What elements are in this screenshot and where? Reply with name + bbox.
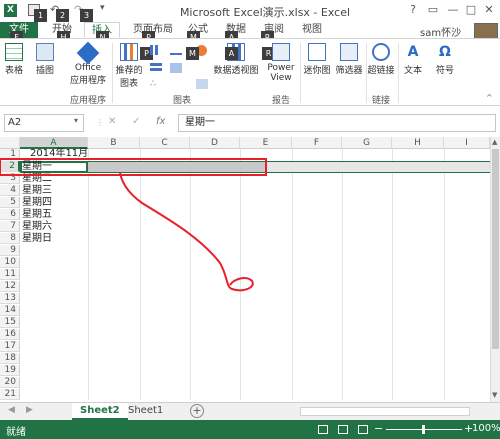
text-label: 文本: [403, 66, 422, 76]
omega-icon: Ω: [439, 44, 451, 60]
page-layout-view-icon[interactable]: [338, 425, 348, 434]
scroll-down-icon[interactable]: ▼: [492, 391, 497, 399]
window-title: Microsoft Excel演示.xlsx - Excel: [179, 6, 351, 19]
recommended-charts-label-1: 推荐的: [115, 66, 143, 76]
recommended-charts-icon: [120, 43, 138, 61]
bar-chart-icon[interactable]: [150, 63, 162, 73]
sheet-next-icon[interactable]: ▶: [26, 405, 33, 415]
filters-button[interactable]: 筛选器: [334, 43, 364, 76]
zoom-out-icon[interactable]: −: [374, 422, 383, 435]
zoom-level[interactable]: 100%: [472, 423, 500, 434]
formula-bar-separator: ⋮: [96, 118, 104, 127]
ribbon-separator: [112, 43, 113, 103]
illustrations-icon: [36, 43, 54, 61]
ribbon-tabs: 文件 F 开始 H 插入 N 页面布局 P 公式 M 数据 A 审阅 R 视图 …: [0, 22, 500, 44]
table-label: 表格: [4, 66, 23, 76]
pivot-chart-label: 数据透视图: [213, 66, 259, 76]
office-apps-label-1: Office: [74, 63, 102, 73]
table-button[interactable]: 表格: [2, 43, 26, 76]
group-label-apps: 应用程序: [69, 96, 106, 106]
red-highlight-box: [0, 158, 267, 176]
name-box-dropdown-icon[interactable]: ▾: [74, 116, 78, 125]
horizontal-scrollbar[interactable]: [300, 407, 470, 416]
power-view-label-2: View: [270, 73, 292, 83]
ribbon-separator: [300, 43, 301, 103]
keytip-qat-2: 2: [56, 9, 69, 22]
formula-input[interactable]: 星期一: [178, 114, 496, 132]
worksheet-grid[interactable]: A B C D E F G H I 1 2 3 4 5 6 7 8 9 10 1…: [0, 137, 490, 400]
red-annotation-overlay: [0, 158, 267, 292]
zoom-slider-thumb[interactable]: [422, 425, 425, 434]
group-label-links: 链接: [371, 96, 390, 106]
collapse-ribbon-icon[interactable]: ^: [486, 93, 493, 102]
keytip-data-ribbon: A: [225, 47, 238, 60]
scatter-chart-icon[interactable]: ∴: [150, 79, 162, 89]
ribbon-display-options-icon[interactable]: ▭: [424, 3, 442, 17]
name-box[interactable]: A2: [4, 114, 84, 132]
sheet-prev-icon[interactable]: ◀: [8, 405, 15, 415]
insert-function-icon[interactable]: fx: [156, 116, 165, 127]
column-chart-icon[interactable]: [150, 45, 162, 55]
sheet-tab-bar: ◀ ▶ Sheet2 Sheet1 +: [0, 402, 500, 420]
minimize-button[interactable]: —: [444, 3, 462, 17]
power-view-label-1: Power: [267, 63, 295, 73]
power-view-icon: [272, 43, 290, 61]
formula-bar: A2 ▾ ⋮ ✕ ✓ fx 星期一: [0, 106, 500, 136]
status-bar: 就绪 − + 100%: [0, 420, 500, 439]
hyperlink-button[interactable]: 超链接: [366, 43, 396, 76]
text-button[interactable]: A 文本: [400, 43, 426, 76]
ribbon: 表格 插图 Office 应用程序 推荐的 图表 P ∴ M 数据透视图 A R…: [0, 38, 500, 106]
add-sheet-icon[interactable]: +: [190, 404, 204, 418]
title-bar: X 1 ↶ 2 ↷ 3 ▾ Microsoft Excel演示.xlsx - E…: [0, 0, 500, 22]
maximize-button[interactable]: □: [462, 3, 480, 17]
symbols-button[interactable]: Ω 符号: [432, 43, 458, 76]
tab-view[interactable]: 视图: [294, 22, 330, 38]
scrollbar-thumb[interactable]: [492, 149, 499, 349]
user-name[interactable]: sam怀沙: [420, 24, 461, 39]
group-label-charts: 图表: [172, 96, 191, 106]
sparklines-label: 迷你图: [303, 66, 331, 76]
illustrations-button[interactable]: 插图: [32, 43, 58, 76]
office-apps-button[interactable]: Office 应用程序: [66, 41, 110, 86]
status-ready: 就绪: [6, 427, 26, 438]
area-chart-icon[interactable]: [170, 63, 182, 73]
excel-logo-icon[interactable]: X: [4, 4, 17, 17]
recommended-charts-label-2: 图表: [119, 79, 138, 89]
text-icon: A: [407, 44, 419, 60]
symbols-label: 符号: [435, 66, 454, 76]
group-label-reports: 报告: [271, 96, 290, 106]
sheet-tab-sheet1[interactable]: Sheet1: [120, 403, 171, 420]
sparklines-icon: [308, 43, 326, 61]
filters-label: 筛选器: [335, 66, 363, 76]
help-button[interactable]: ?: [404, 3, 422, 17]
tab-view-label: 视图: [302, 24, 322, 35]
ribbon-separator: [398, 43, 399, 103]
sparklines-button[interactable]: 迷你图: [302, 43, 332, 76]
user-avatar[interactable]: [474, 23, 498, 39]
keytip-qat-1: 1: [34, 9, 47, 22]
table-icon: [5, 43, 23, 61]
qat-customize-icon[interactable]: ▾: [100, 3, 105, 13]
cancel-icon[interactable]: ✕: [108, 116, 116, 127]
close-button[interactable]: ✕: [480, 3, 498, 17]
page-break-view-icon[interactable]: [358, 425, 368, 434]
enter-icon[interactable]: ✓: [132, 116, 140, 127]
office-apps-label-2: 应用程序: [69, 76, 106, 86]
scroll-up-icon[interactable]: ▲: [492, 138, 497, 146]
line-chart-icon[interactable]: [170, 45, 182, 55]
red-freehand-stroke: [119, 172, 254, 292]
hyperlink-icon: [372, 43, 390, 61]
office-apps-icon: [76, 41, 100, 65]
power-view-button[interactable]: Power View: [264, 43, 298, 83]
vertical-scrollbar[interactable]: ▲ ▼: [490, 137, 500, 402]
keytip-formulas-ribbon: M: [186, 47, 199, 60]
normal-view-icon[interactable]: [318, 425, 328, 434]
hyperlink-label: 超链接: [367, 66, 395, 76]
other-charts-icon[interactable]: [196, 79, 208, 89]
keytip-qat-3: 3: [80, 9, 93, 22]
filters-icon: [340, 43, 358, 61]
illustrations-label: 插图: [35, 66, 54, 76]
